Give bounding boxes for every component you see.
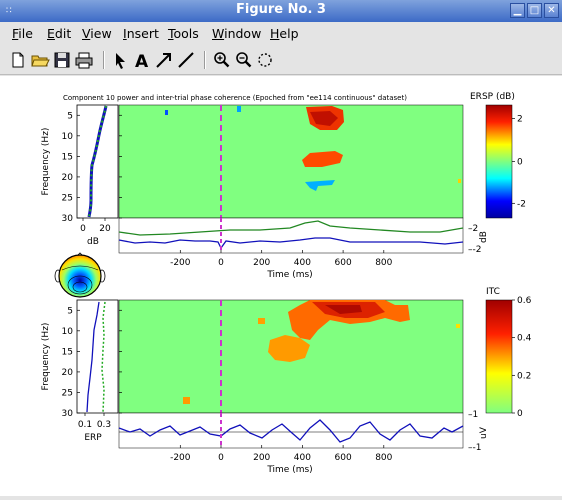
tick-label: 600 xyxy=(335,258,352,268)
tick-label: 0.1 xyxy=(78,420,92,430)
tick-label: 30 xyxy=(62,409,74,419)
ersp-image xyxy=(118,104,464,219)
minimize-button[interactable]: ▁ xyxy=(510,3,525,18)
rotate-icon[interactable] xyxy=(255,50,275,70)
toolbar-separator xyxy=(103,51,105,69)
figure-canvas: Component 10 power and inter-trial phase… xyxy=(0,76,562,496)
svg-text:A: A xyxy=(135,52,149,70)
ersp-blob xyxy=(237,106,241,112)
tick-label: 0 xyxy=(218,258,224,268)
erp-trace-panel xyxy=(118,412,464,449)
arrow-tool-icon[interactable] xyxy=(154,50,174,70)
zoom-out-icon[interactable] xyxy=(233,50,253,70)
tick-label: 0 xyxy=(517,409,523,419)
tick-label: –1 xyxy=(468,410,478,420)
time-axis-label: Time (ms) xyxy=(266,270,312,280)
time-axis-label: Time (ms) xyxy=(266,465,312,475)
toolbar-separator xyxy=(204,51,206,69)
uv-axis-label: uV xyxy=(479,426,489,439)
tick-label: 0 xyxy=(517,158,523,168)
tick-label: 5 xyxy=(67,111,73,121)
frequency-axis-label: Frequency (Hz) xyxy=(41,128,51,196)
db-axis-label: dB xyxy=(479,231,489,243)
ersp-colorbar-label: ERSP (dB) xyxy=(470,92,515,102)
itc-colorbar-label: ITC xyxy=(486,287,500,297)
tick-label: 0 xyxy=(80,224,86,234)
figure-window: ∷ Figure No. 3 ▁ □ ✕ File Edit View Inse… xyxy=(0,0,562,500)
ersp-colorbar xyxy=(485,104,513,219)
tick-label: 0.6 xyxy=(517,296,532,306)
tick-label: –-2 xyxy=(468,245,481,255)
tick-label: 0.3 xyxy=(97,420,111,430)
tick-label: 400 xyxy=(294,453,311,463)
tick-label: 10 xyxy=(62,327,74,337)
tick-label: 15 xyxy=(62,347,73,357)
itc-blob xyxy=(183,397,190,404)
tick-label: -200 xyxy=(170,258,191,268)
tick-label: 400 xyxy=(294,258,311,268)
itc-baseline-panel xyxy=(76,299,119,414)
tick-label: 800 xyxy=(375,258,392,268)
tick-label: -200 xyxy=(170,453,191,463)
tick-label: 2 xyxy=(517,115,523,125)
tick-label: 800 xyxy=(375,453,392,463)
print-icon[interactable] xyxy=(74,50,94,70)
plot-area: Component 10 power and inter-trial phase… xyxy=(41,92,532,475)
menu-window[interactable]: Window xyxy=(212,26,261,41)
window-title: Figure No. 3 xyxy=(236,2,326,17)
tick-label: 20 xyxy=(62,368,74,378)
tick-label: 20 xyxy=(62,173,74,183)
title-bar[interactable]: ∷ Figure No. 3 ▁ □ ✕ xyxy=(0,0,562,22)
menu-bar: File Edit View Insert Tools Window Help xyxy=(0,22,562,46)
menu-file[interactable]: File xyxy=(12,26,33,41)
menu-help[interactable]: Help xyxy=(270,26,299,41)
line-tool-icon[interactable] xyxy=(176,50,196,70)
ersp-baseline-panel xyxy=(76,104,119,219)
tick-label: 10 xyxy=(62,132,74,142)
tick-label: 25 xyxy=(62,193,73,203)
tick-label: –2 xyxy=(468,224,478,234)
text-tool-icon[interactable]: A xyxy=(132,50,152,70)
tick-label: 200 xyxy=(253,258,270,268)
save-icon[interactable] xyxy=(52,50,72,70)
open-folder-icon[interactable] xyxy=(30,50,50,70)
zoom-in-icon[interactable] xyxy=(211,50,231,70)
tick-label: 0.4 xyxy=(517,334,532,344)
new-file-icon[interactable] xyxy=(8,50,28,70)
ersp-blob xyxy=(458,179,461,183)
itc-blob xyxy=(258,318,265,324)
tick-label: 0.2 xyxy=(517,371,531,381)
db-axis-label: dB xyxy=(87,237,99,247)
maximize-button[interactable]: □ xyxy=(527,3,542,18)
toolbar: A xyxy=(0,46,562,75)
tick-label: 30 xyxy=(62,214,74,224)
pointer-arrow-icon[interactable] xyxy=(110,50,130,70)
frequency-axis-label: Frequency (Hz) xyxy=(41,323,51,391)
menu-view[interactable]: View xyxy=(82,26,112,41)
tick-label: 600 xyxy=(335,453,352,463)
menu-edit[interactable]: Edit xyxy=(47,26,71,41)
itc-blob xyxy=(456,324,460,328)
topo-map xyxy=(54,252,106,298)
tick-label: 5 xyxy=(67,306,73,316)
tick-label: 15 xyxy=(62,152,73,162)
tick-label: 200 xyxy=(253,453,270,463)
figure-title: Component 10 power and inter-trial phase… xyxy=(63,94,407,102)
tick-label: 25 xyxy=(62,388,73,398)
menu-tools[interactable]: Tools xyxy=(168,26,199,41)
menu-insert[interactable]: Insert xyxy=(123,26,159,41)
tick-label: 0 xyxy=(218,453,224,463)
erp-axis-label: ERP xyxy=(84,433,102,443)
ersp-blob xyxy=(165,110,168,115)
tick-label: –-1 xyxy=(468,443,481,453)
tick-label: -2 xyxy=(517,199,526,209)
close-button[interactable]: ✕ xyxy=(544,3,559,18)
itc-colorbar xyxy=(485,299,513,414)
ersp-trace-panel xyxy=(118,217,464,254)
tick-label: 20 xyxy=(99,224,111,234)
